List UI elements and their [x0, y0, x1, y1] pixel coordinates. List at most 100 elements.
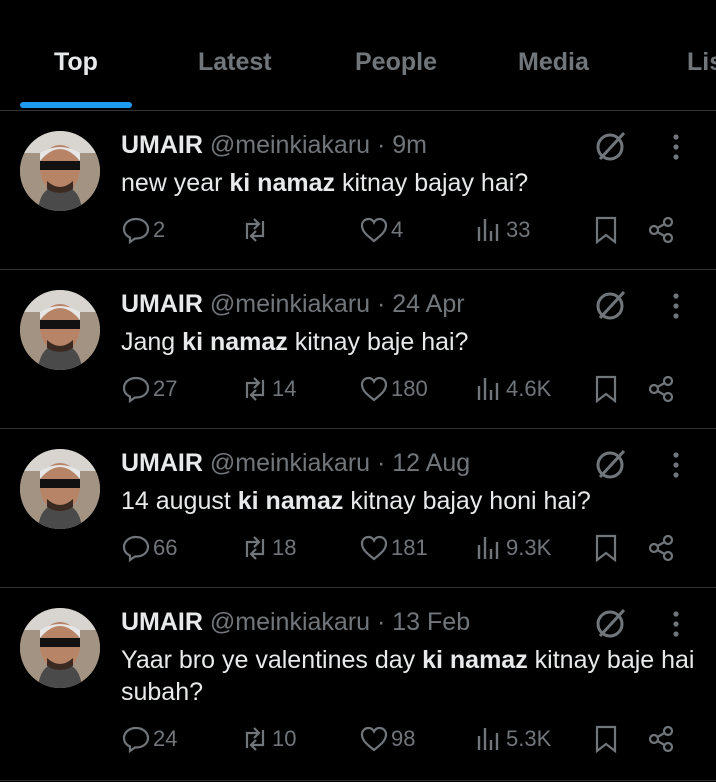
repost-button[interactable]	[240, 215, 272, 245]
display-name[interactable]: UMAIR	[121, 449, 203, 477]
display-name[interactable]: UMAIR	[121, 290, 203, 318]
views-icon	[477, 378, 499, 400]
tweet-header: UMAIR @meinkiakaru · 13 Feb	[121, 608, 470, 637]
tweet-text: Yaar bro ye valentines day ki namaz kitn…	[121, 644, 701, 708]
repost-button[interactable]: 14	[240, 374, 296, 404]
reply-button[interactable]: 66	[121, 533, 177, 563]
reply-button[interactable]: 27	[121, 374, 177, 404]
repost-button[interactable]: 18	[240, 533, 296, 563]
bookmark-icon	[595, 534, 617, 563]
like-count: 98	[391, 726, 416, 751]
views-button[interactable]: 5.3K	[474, 724, 551, 754]
like-button[interactable]: 180	[359, 374, 428, 404]
tweet-actions: 2 4 33	[0, 215, 716, 255]
user-handle[interactable]: @meinkiakaru	[210, 449, 370, 477]
highlighted-term: ki namaz	[422, 646, 528, 674]
tweet-text: Jang ki namaz kitnay baje hai?	[121, 326, 701, 358]
timestamp[interactable]: 24 Apr	[392, 290, 464, 318]
tweet[interactable]: UMAIR @meinkiakaru · 24 Apr Jang ki nama…	[0, 270, 716, 429]
tweet[interactable]: UMAIR @meinkiakaru · 9m new year ki nama…	[0, 111, 716, 270]
user-handle[interactable]: @meinkiakaru	[210, 131, 370, 159]
like-button[interactable]: 4	[359, 215, 403, 245]
more-icon[interactable]	[662, 131, 690, 163]
repost-count: 10	[272, 726, 297, 751]
separator-dot: ·	[377, 131, 386, 159]
tweet-text: new year ki namaz kitnay bajay hai?	[121, 167, 701, 199]
repost-icon	[245, 536, 265, 560]
grok-icon[interactable]	[594, 288, 628, 322]
avatar[interactable]	[20, 449, 100, 529]
view-count: 33	[506, 217, 531, 242]
bookmark-button[interactable]	[591, 215, 621, 250]
tab-latest[interactable]: Latest	[198, 48, 272, 77]
timestamp[interactable]: 12 Aug	[392, 449, 470, 477]
reply-count: 2	[153, 217, 166, 242]
views-icon	[477, 728, 499, 750]
views-button[interactable]: 33	[474, 215, 530, 245]
tweet-text-part: kitnay baje hai?	[287, 328, 469, 356]
grok-icon[interactable]	[594, 447, 628, 481]
display-name[interactable]: UMAIR	[121, 131, 203, 159]
bookmark-button[interactable]	[591, 533, 621, 568]
more-icon[interactable]	[662, 608, 690, 640]
tab-people[interactable]: People	[355, 48, 437, 77]
bookmark-button[interactable]	[591, 724, 621, 759]
like-count: 180	[391, 376, 428, 401]
like-count: 181	[391, 535, 428, 560]
heart-icon	[360, 376, 388, 402]
more-icon[interactable]	[662, 290, 690, 322]
share-icon	[648, 375, 674, 403]
views-button[interactable]: 4.6K	[474, 374, 551, 404]
tweet[interactable]: UMAIR @meinkiakaru · 13 Feb Yaar bro ye …	[0, 588, 716, 781]
grok-icon[interactable]	[594, 129, 628, 163]
timestamp[interactable]: 13 Feb	[392, 608, 470, 636]
repost-icon	[245, 377, 265, 401]
highlighted-term: ki namaz	[229, 169, 335, 197]
share-button[interactable]	[646, 215, 676, 250]
highlighted-term: ki namaz	[237, 487, 344, 515]
separator-dot: ·	[377, 449, 386, 477]
share-icon	[648, 534, 674, 562]
bookmark-button[interactable]	[591, 374, 621, 409]
tweet-text: 14 august ki namaz kitnay bajay honi hai…	[121, 485, 701, 517]
views-button[interactable]: 9.3K	[474, 533, 551, 563]
like-button[interactable]: 98	[359, 724, 415, 754]
like-button[interactable]: 181	[359, 533, 428, 563]
share-icon	[648, 725, 674, 753]
reply-count: 24	[153, 726, 178, 751]
display-name[interactable]: UMAIR	[121, 608, 203, 636]
tweet-actions: 66 18 181 9.3K	[0, 533, 716, 573]
tweet-header: UMAIR @meinkiakaru · 9m	[121, 131, 427, 160]
tweet-text-part: Yaar bro ye valentines day	[121, 646, 423, 674]
tab-media[interactable]: Media	[518, 48, 589, 77]
repost-icon	[245, 727, 265, 751]
share-button[interactable]	[646, 374, 676, 409]
grok-icon[interactable]	[594, 606, 628, 640]
repost-count: 14	[272, 376, 297, 401]
reply-icon	[122, 535, 150, 563]
share-button[interactable]	[646, 533, 676, 568]
user-handle[interactable]: @meinkiakaru	[210, 290, 370, 318]
avatar[interactable]	[20, 290, 100, 370]
share-icon	[648, 216, 674, 244]
tab-lists[interactable]: Lis	[687, 48, 716, 77]
reply-button[interactable]: 2	[121, 215, 165, 245]
heart-icon	[360, 726, 388, 752]
tweet-actions: 24 10 98 5.3K	[0, 724, 716, 764]
tweet-actions: 27 14 180 4.6K	[0, 374, 716, 414]
more-icon[interactable]	[662, 449, 690, 481]
repost-button[interactable]: 10	[240, 724, 296, 754]
tweet[interactable]: UMAIR @meinkiakaru · 12 Aug 14 august ki…	[0, 429, 716, 588]
bookmark-icon	[595, 216, 617, 245]
tweet-header: UMAIR @meinkiakaru · 24 Apr	[121, 290, 465, 319]
tab-top[interactable]: Top	[54, 48, 98, 77]
reply-icon	[122, 726, 150, 754]
active-tab-indicator	[20, 102, 132, 108]
share-button[interactable]	[646, 724, 676, 759]
avatar[interactable]	[20, 608, 100, 688]
avatar[interactable]	[20, 131, 100, 211]
reply-button[interactable]: 24	[121, 724, 177, 754]
tweet-header: UMAIR @meinkiakaru · 12 Aug	[121, 449, 470, 478]
timestamp[interactable]: 9m	[392, 131, 427, 159]
user-handle[interactable]: @meinkiakaru	[210, 608, 370, 636]
